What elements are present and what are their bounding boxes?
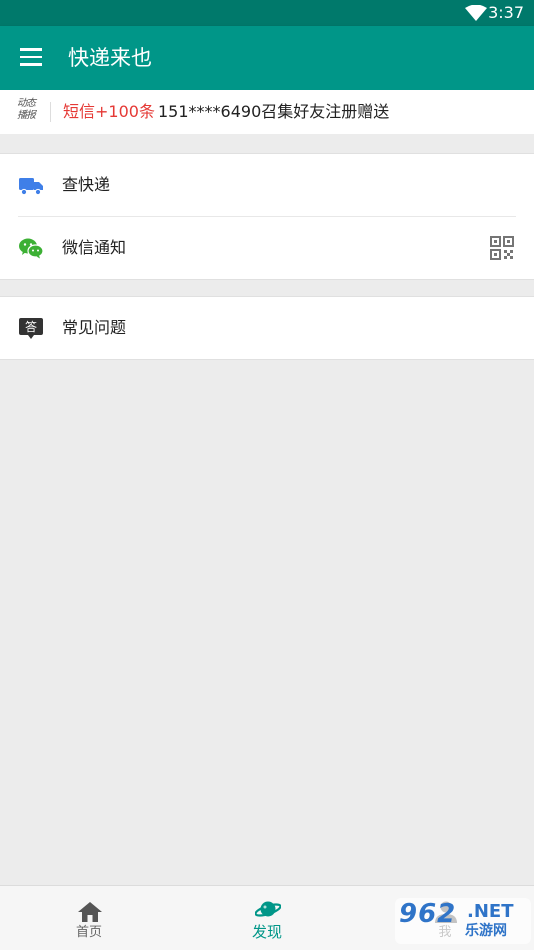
qr-code-icon[interactable]: [490, 236, 514, 260]
nav-item-discover[interactable]: 发现: [178, 886, 356, 950]
menu-item-label: 微信通知: [62, 238, 127, 257]
nav-label: 发现: [251, 923, 282, 941]
menu-icon[interactable]: [20, 48, 42, 68]
nav-item-home[interactable]: 首页: [0, 886, 178, 950]
home-icon: [78, 902, 102, 922]
broadcast-banner[interactable]: 动态 播报 短信+100条 151****6490召集好友注册赠送: [0, 90, 534, 134]
faq-icon: 答: [19, 318, 43, 339]
status-bar: 3:37: [0, 0, 534, 26]
wifi-icon: [465, 5, 487, 21]
app-bar: 快递来也: [0, 26, 534, 90]
page-title: 快递来也: [68, 46, 152, 70]
menu-item-track-package[interactable]: 查快递: [0, 154, 534, 216]
nav-label: 首页: [75, 925, 102, 940]
planet-icon: [255, 901, 281, 917]
truck-icon: [19, 178, 43, 196]
broadcast-message: 151****6490召集好友注册赠送: [158, 102, 390, 121]
menu-item-wechat-notify[interactable]: 微信通知: [0, 217, 534, 279]
menu-group-help: 答 常见问题: [0, 296, 534, 360]
wechat-icon: [19, 238, 44, 259]
watermark-logo: 962 .NET 乐游网: [395, 898, 531, 944]
menu-item-faq[interactable]: 答 常见问题: [0, 297, 534, 359]
broadcast-logo: 动态 播报: [17, 98, 36, 121]
divider: [50, 102, 51, 122]
menu-group-tracking: 查快递 微信通知: [0, 153, 534, 280]
broadcast-tag: 短信+100条: [63, 102, 155, 121]
svg-text:答: 答: [25, 319, 37, 334]
menu-item-label: 查快递: [62, 175, 111, 194]
status-time: 3:37: [488, 3, 524, 22]
menu-item-label: 常见问题: [62, 318, 127, 337]
